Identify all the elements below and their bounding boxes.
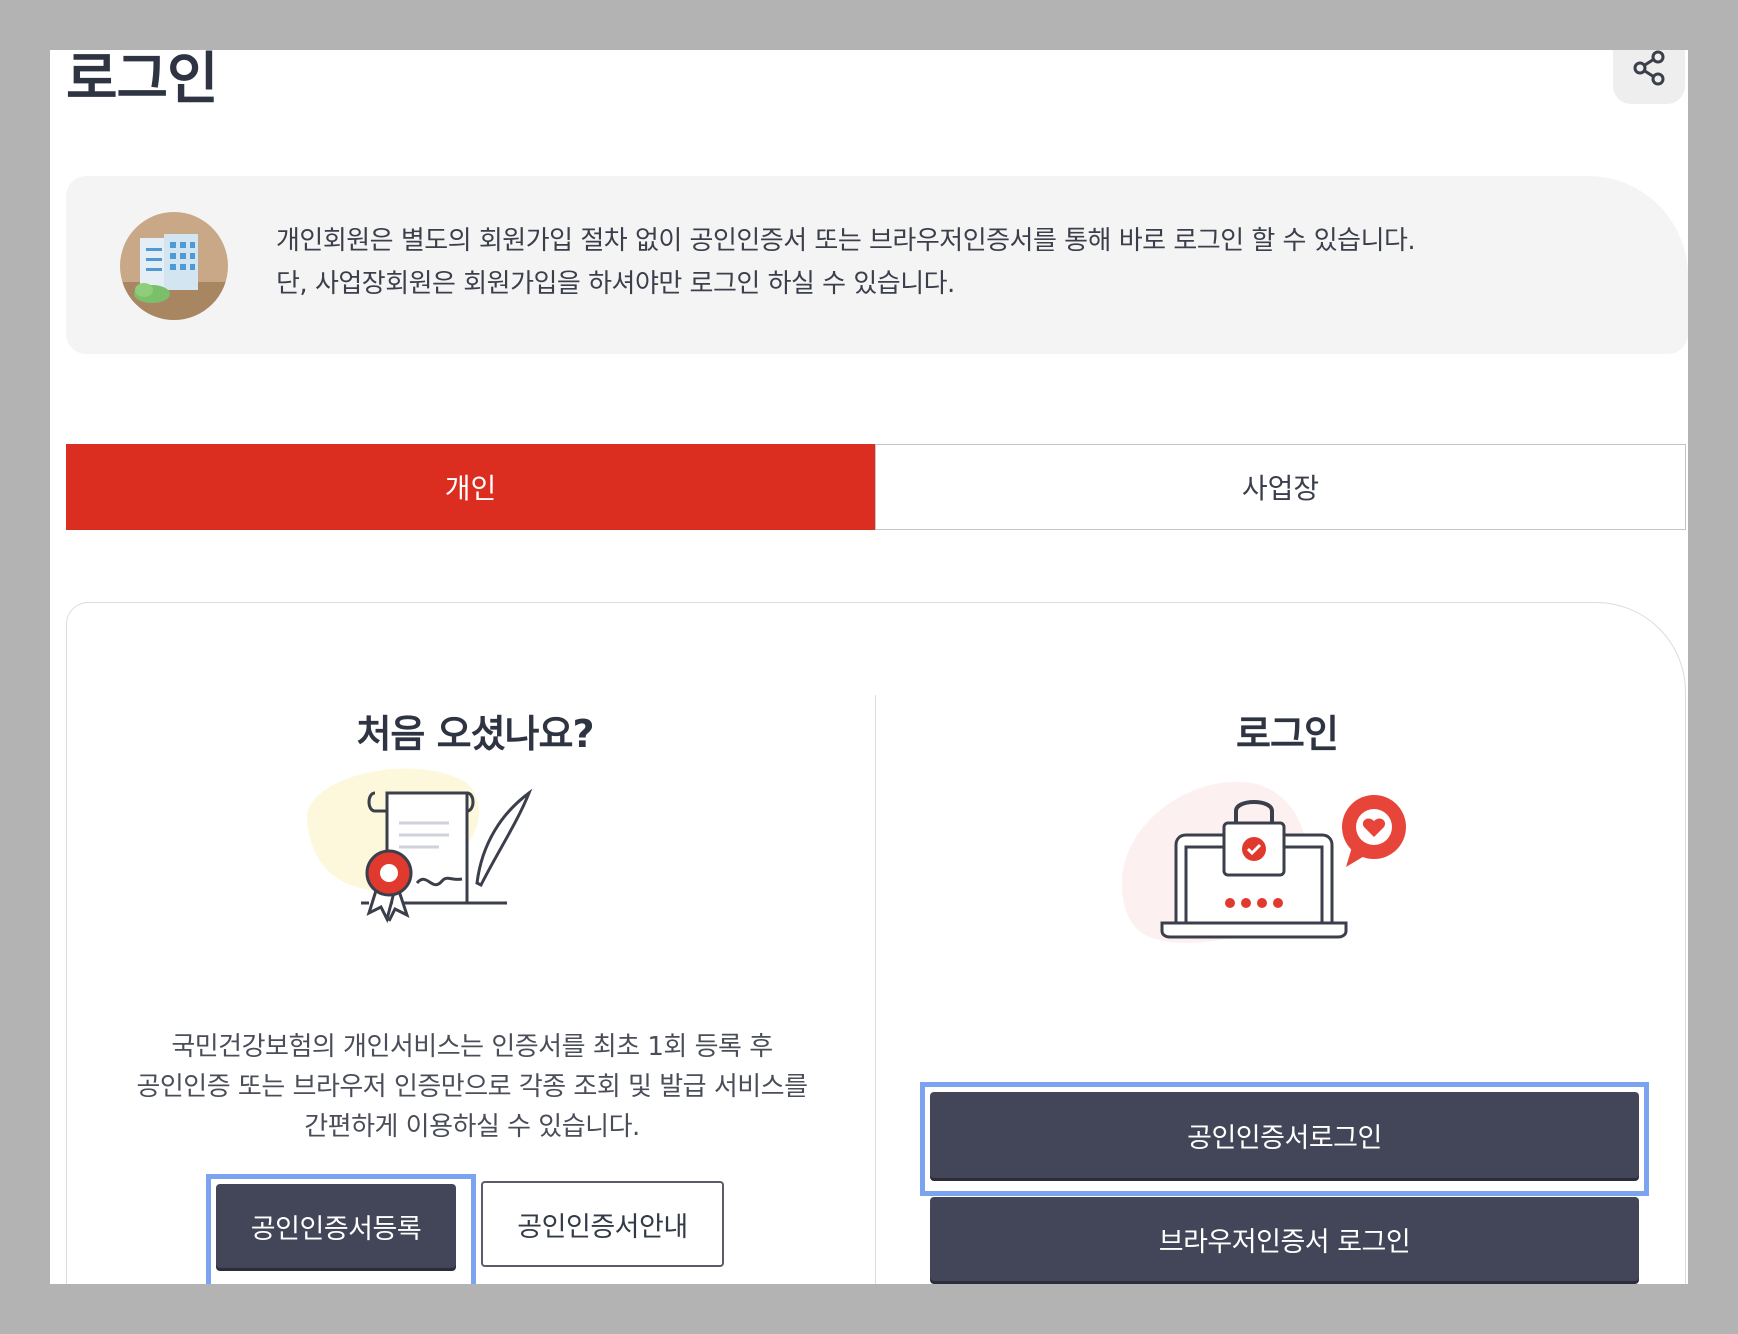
login-title: 로그인 bbox=[1236, 712, 1339, 756]
laptop-lock-illustration bbox=[1122, 781, 1406, 943]
cert-guide-button[interactable]: 공인인증서안내 bbox=[481, 1181, 724, 1267]
notice-text: 개인회원은 별도의 회원가입 절차 없이 공인인증서 또는 브라우저인증서를 통… bbox=[276, 220, 1656, 306]
notice-box: 개인회원은 별도의 회원가입 절차 없이 공인인증서 또는 브라우저인증서를 통… bbox=[66, 176, 1688, 354]
login-page-panel: 로그인 개인회원은 별도의 회원가입 절차 없이 공인인증서 또는 브라우저인증… bbox=[50, 50, 1688, 1284]
share-button[interactable] bbox=[1613, 50, 1685, 104]
tab-business[interactable]: 사업장 bbox=[875, 444, 1686, 530]
certificate-illustration bbox=[307, 768, 533, 924]
notice-line-2: 단, 사업장회원은 회원가입을 하셔야만 로그인 하실 수 있습니다. bbox=[276, 269, 955, 299]
login-card: 처음 오셨나요? 국민건강보험의 개인서비스는 인증서를 최초 1회 등록 후 … bbox=[66, 602, 1686, 1284]
column-divider bbox=[875, 695, 876, 1284]
desc-line-3: 간편하게 이용하실 수 있습니다. bbox=[304, 1112, 640, 1142]
register-highlight bbox=[206, 1174, 476, 1284]
member-type-tabs: 개인 사업장 bbox=[66, 444, 1686, 530]
cert-login-highlight bbox=[920, 1082, 1649, 1196]
building-icon bbox=[120, 212, 228, 320]
desc-line-2: 공인인증 또는 브라우저 인증만으로 각종 조회 및 발급 서비스를 bbox=[136, 1072, 808, 1102]
tab-personal[interactable]: 개인 bbox=[66, 444, 875, 530]
notice-line-1: 개인회원은 별도의 회원가입 절차 없이 공인인증서 또는 브라우저인증서를 통… bbox=[276, 226, 1416, 256]
browser-cert-login-button[interactable]: 브라우저인증서 로그인 bbox=[930, 1197, 1639, 1281]
page-title: 로그인 bbox=[66, 50, 219, 112]
desc-line-1: 국민건강보험의 개인서비스는 인증서를 최초 1회 등록 후 bbox=[171, 1032, 773, 1062]
first-visit-description: 국민건강보험의 개인서비스는 인증서를 최초 1회 등록 후 공인인증 또는 브… bbox=[117, 1027, 827, 1147]
share-icon bbox=[1633, 50, 1665, 86]
first-visit-title: 처음 오셨나요? bbox=[356, 712, 594, 756]
